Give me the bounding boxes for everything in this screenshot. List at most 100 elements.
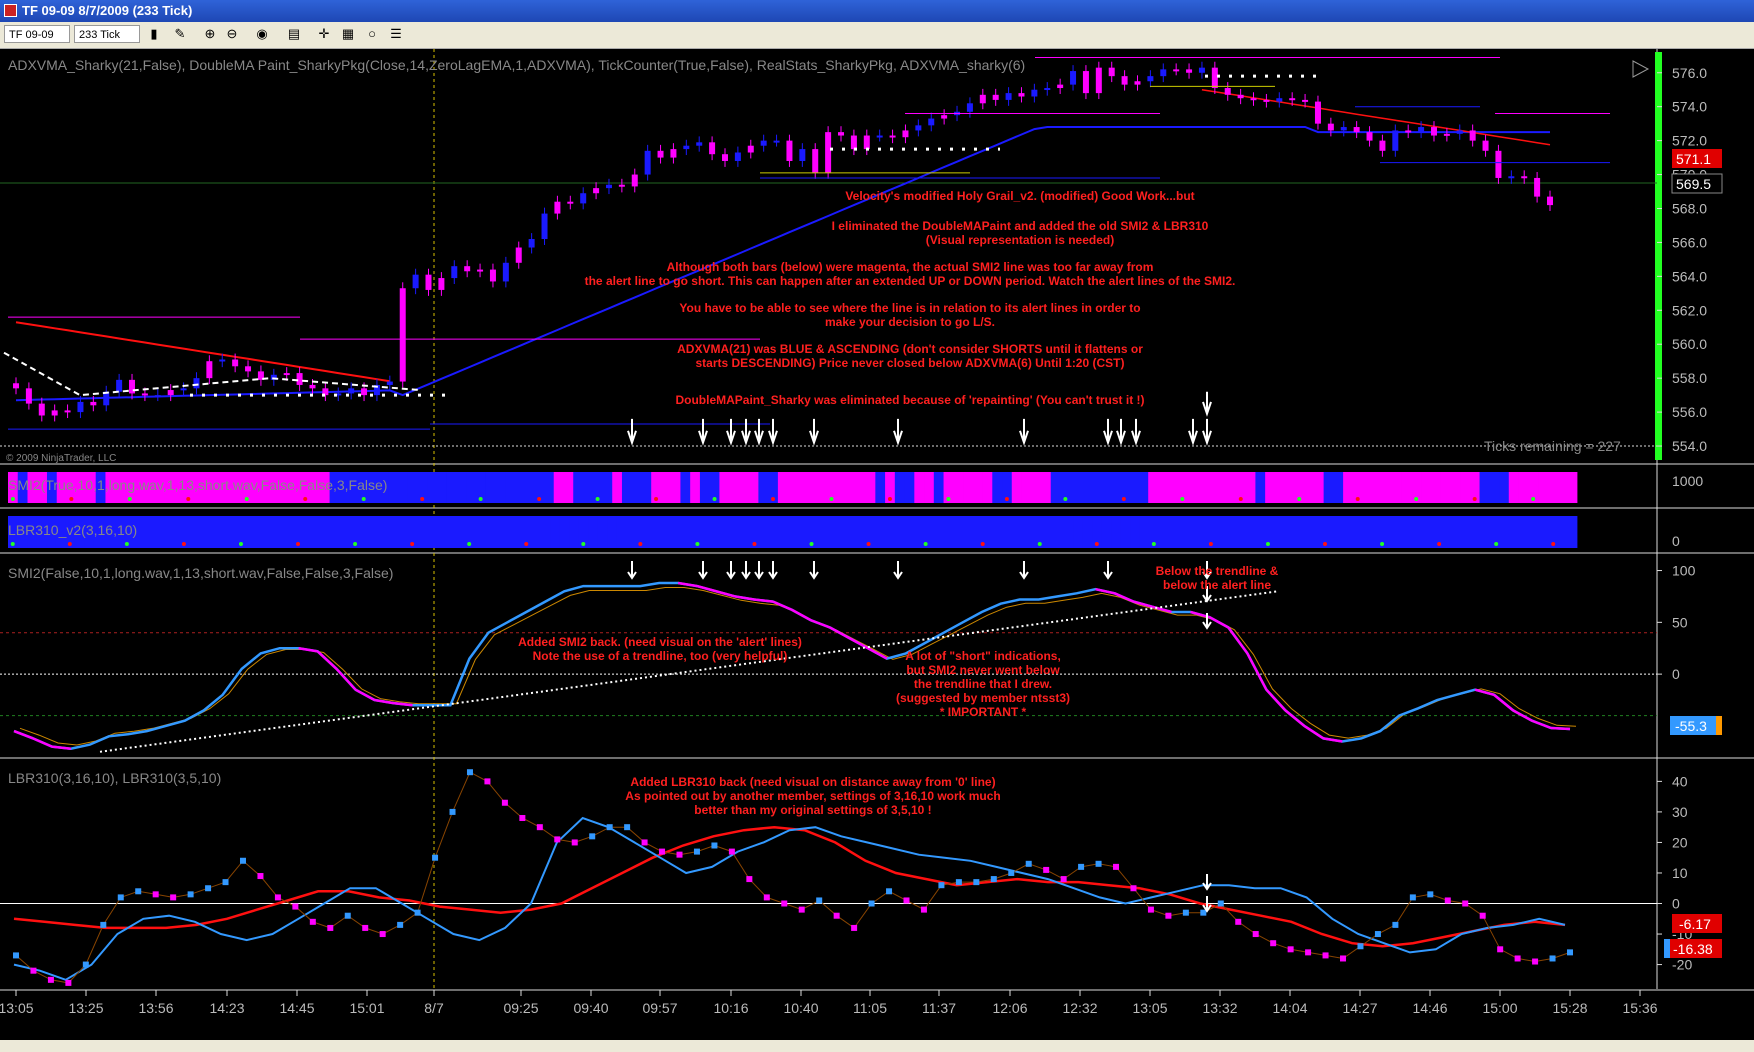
signal-dot (537, 497, 542, 501)
signal-dot (946, 497, 951, 501)
indicator-bar (616, 516, 627, 548)
indicator-bar (1430, 472, 1441, 503)
data-box-icon[interactable]: ▦ (338, 25, 358, 43)
indicator-bar (914, 472, 925, 503)
candle (889, 135, 896, 138)
zoom-in-icon[interactable]: ⊕ (200, 25, 220, 43)
zoom-out-icon[interactable]: ⊖ (222, 25, 242, 43)
indicator-bar (699, 472, 711, 503)
x-tick-label: 12:32 (1062, 1000, 1097, 1016)
signal-dot (1037, 542, 1042, 546)
indicator-bar (1054, 516, 1064, 548)
indicator-bar (949, 516, 960, 548)
list-icon[interactable]: ☰ (386, 25, 406, 43)
x-tick-label: 13:56 (138, 1000, 173, 1016)
candle (399, 288, 406, 382)
lbr-dot (466, 769, 473, 776)
signal-dot (296, 542, 301, 546)
indicator-bar (854, 516, 865, 548)
x-tick-label: 15:36 (1622, 1000, 1657, 1016)
lbr-dot (47, 976, 54, 983)
crosshair-icon[interactable]: ✛ (314, 25, 334, 43)
lbr-dot (239, 857, 246, 864)
candle (502, 262, 509, 282)
indicator-bar (1301, 516, 1312, 548)
indicator-bar (514, 472, 525, 503)
horizontal-scrollbar[interactable] (0, 1040, 1754, 1052)
indicator-bar (582, 472, 594, 503)
instrument-dropdown[interactable]: TF 09-09 (4, 25, 70, 43)
chart-style-icon[interactable]: ▮ (144, 25, 164, 43)
lbr-dot (816, 897, 823, 904)
candle (438, 278, 445, 290)
indicator-bar (483, 516, 494, 548)
price-tick-label: 562.0 (1672, 302, 1707, 318)
signal-dot (595, 497, 600, 501)
lbr-dot (432, 854, 439, 861)
indicator-bar (245, 516, 256, 548)
app-icon (4, 4, 17, 17)
candle (850, 135, 857, 150)
indicator-bar (844, 516, 855, 548)
indicator-bar (1139, 516, 1150, 548)
candle (51, 410, 58, 416)
signal-dot (478, 497, 483, 501)
candle (1547, 196, 1553, 206)
candle (1173, 69, 1180, 72)
indicator-bar (1284, 472, 1295, 503)
indicator-bar (825, 516, 836, 548)
properties-icon[interactable]: ▤ (284, 25, 304, 43)
circle-icon[interactable]: ○ (362, 25, 382, 43)
indicator-bar (1070, 472, 1081, 503)
lbr-dot (781, 900, 788, 907)
indicator-bar (426, 516, 437, 548)
period-dropdown[interactable]: 233 Tick (74, 25, 140, 43)
indicator-bar (1089, 472, 1100, 503)
indicator-bar (445, 516, 456, 548)
signal-dot (1355, 497, 1360, 501)
indicator-bar (1510, 516, 1521, 548)
current-price-badge: 569.5 (1676, 176, 1711, 192)
signal-dot (524, 542, 529, 546)
candle (1495, 150, 1502, 178)
indicator-bar (397, 516, 408, 548)
candle (644, 150, 651, 175)
indicator-bar (531, 516, 541, 548)
indicator-bar (1362, 472, 1373, 503)
candle (683, 145, 690, 150)
candle (1134, 81, 1141, 85)
candle (1005, 93, 1012, 100)
indicator-bar (207, 516, 218, 548)
signal-dot (1063, 497, 1068, 501)
lbr-dot (187, 891, 194, 898)
lbr-dot (379, 931, 386, 938)
candle (541, 213, 548, 240)
smi-note-6: (suggested by member ntsst3) (896, 691, 1070, 705)
indicator-bar (160, 516, 171, 548)
indicator-bar (1339, 516, 1350, 548)
signal-dot (186, 497, 191, 501)
indicator-bar (740, 516, 751, 548)
lbr-dot (135, 888, 142, 895)
note-8: ADXVMA(21) was BLUE & ASCENDING (don't c… (677, 342, 1143, 356)
lbr-dot (1025, 860, 1032, 867)
indicator-bar (1358, 516, 1369, 548)
indicator-bar (302, 516, 313, 548)
lbr-panel-title: LBR310(3,16,10), LBR310(3,5,10) (8, 770, 221, 786)
globe-icon[interactable]: ◉ (252, 25, 272, 43)
smi-note-2: Note the use of a trendline, too (very h… (533, 649, 788, 663)
indicator-bar (1196, 516, 1207, 548)
indicator-bar (1460, 472, 1471, 503)
signal-dot (1472, 497, 1477, 501)
indicator-bar (1386, 516, 1397, 548)
candle (1147, 76, 1154, 82)
indicator-bar (407, 472, 418, 503)
indicator-bar (466, 472, 477, 503)
indicator-bar (1405, 516, 1416, 548)
lbr-dot (1060, 876, 1067, 883)
candle (412, 274, 419, 289)
price-tick-label: 558.0 (1672, 370, 1707, 386)
lbr-dot (833, 912, 840, 919)
draw-tool-icon[interactable]: ✎ (170, 25, 190, 43)
indicator-bar (1421, 472, 1432, 503)
